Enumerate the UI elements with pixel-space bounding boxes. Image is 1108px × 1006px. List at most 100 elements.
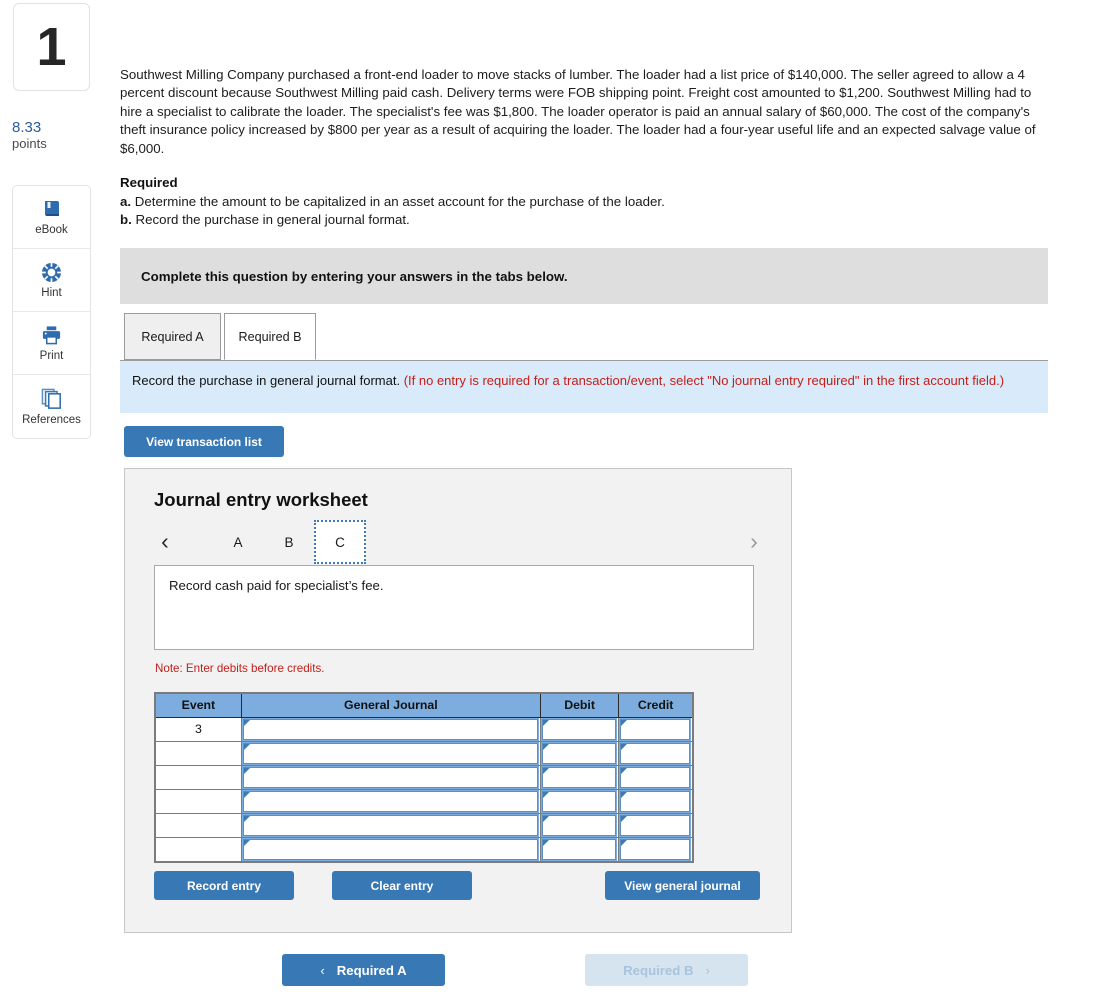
- tool-references[interactable]: References: [13, 375, 90, 438]
- tool-print-label: Print: [39, 350, 64, 362]
- book-icon: [42, 198, 62, 220]
- credit-input[interactable]: [619, 789, 691, 813]
- cell-general-journal[interactable]: [240, 716, 541, 742]
- points-value: 8.33: [12, 119, 42, 136]
- cell-general-journal[interactable]: [240, 764, 541, 790]
- cell-general-journal[interactable]: [240, 812, 541, 838]
- view-general-journal-button[interactable]: View general journal: [605, 871, 760, 900]
- cell-event[interactable]: [154, 740, 242, 766]
- cell-event[interactable]: [154, 812, 242, 838]
- worksheet-tab-a-label: A: [233, 534, 243, 550]
- table-row: [154, 788, 694, 814]
- debit-input[interactable]: [540, 789, 618, 813]
- complete-question-text: Complete this question by entering your …: [141, 268, 568, 284]
- cell-credit[interactable]: [618, 788, 694, 814]
- complete-question-bar: Complete this question by entering your …: [120, 248, 1048, 304]
- required-item-b-text: Record the purchase in general journal f…: [135, 212, 410, 227]
- chevron-right-icon[interactable]: ›: [741, 519, 767, 563]
- points-block: 8.33 points: [12, 119, 102, 152]
- cell-credit[interactable]: [618, 812, 694, 838]
- account-select[interactable]: [241, 789, 539, 813]
- tool-print[interactable]: Print: [13, 312, 90, 375]
- tab-required-a-label: Required A: [141, 329, 204, 344]
- account-select[interactable]: [241, 813, 539, 837]
- worksheet-tab-c[interactable]: C: [314, 520, 366, 564]
- column-header-debit: Debit: [539, 692, 620, 718]
- cell-debit[interactable]: [539, 764, 620, 790]
- cell-event[interactable]: 3: [154, 716, 242, 742]
- journal-entry-worksheet: Journal entry worksheet ‹ A B C › Record…: [124, 468, 792, 933]
- question-stem: Southwest Milling Company purchased a fr…: [120, 67, 1036, 156]
- cell-general-journal[interactable]: [240, 788, 541, 814]
- tab-required-b[interactable]: Required B: [224, 313, 316, 360]
- cell-debit[interactable]: [539, 812, 620, 838]
- tab-required-a[interactable]: Required A: [124, 313, 221, 360]
- chevron-right-icon: ›: [705, 962, 710, 978]
- account-select[interactable]: [241, 765, 539, 789]
- cell-credit[interactable]: [618, 836, 694, 862]
- instruction-bold-text: Record the purchase in general journal f…: [132, 373, 401, 388]
- table-row: 3: [154, 716, 694, 742]
- account-select[interactable]: [241, 717, 539, 741]
- worksheet-tab-c-label: C: [335, 534, 345, 550]
- worksheet-tab-a[interactable]: A: [218, 523, 258, 561]
- pager-required-a-label: Required A: [336, 962, 407, 978]
- debit-input[interactable]: [540, 837, 618, 861]
- cell-event[interactable]: [154, 836, 242, 862]
- pager-required-b-button[interactable]: Required B ›: [585, 954, 748, 986]
- worksheet-description-text: Record cash paid for specialist’s fee.: [169, 578, 384, 593]
- debit-input[interactable]: [540, 813, 618, 837]
- cell-credit[interactable]: [618, 764, 694, 790]
- tool-ebook-label: eBook: [35, 224, 68, 236]
- instruction-red-text: (If no entry is required for a transacti…: [403, 373, 1005, 388]
- column-header-credit: Credit: [618, 692, 694, 718]
- tool-stack: eBook Hint Print References: [12, 185, 91, 439]
- cell-debit[interactable]: [539, 788, 620, 814]
- table-row: [154, 740, 694, 766]
- debit-input[interactable]: [540, 717, 618, 741]
- required-heading: Required: [120, 175, 178, 190]
- column-header-event: Event: [154, 692, 242, 718]
- table-row: [154, 836, 694, 862]
- cell-general-journal[interactable]: [240, 740, 541, 766]
- clear-entry-button[interactable]: Clear entry: [332, 871, 472, 900]
- journal-table-header-row: Event General Journal Debit Credit: [154, 692, 694, 718]
- worksheet-description-box: Record cash paid for specialist’s fee.: [154, 565, 754, 650]
- tool-hint[interactable]: Hint: [13, 249, 90, 312]
- cell-debit[interactable]: [539, 836, 620, 862]
- account-select[interactable]: [241, 741, 539, 765]
- debit-input[interactable]: [540, 741, 618, 765]
- pager-required-a-button[interactable]: ‹ Required A: [282, 954, 445, 986]
- credit-input[interactable]: [619, 717, 691, 741]
- credit-input[interactable]: [619, 813, 691, 837]
- required-item-b: b. Record the purchase in general journa…: [120, 211, 410, 229]
- account-select[interactable]: [241, 837, 539, 861]
- record-entry-button[interactable]: Record entry: [154, 871, 294, 900]
- view-transaction-list-button[interactable]: View transaction list: [124, 426, 284, 457]
- question-page: 1 8.33 points eBook Hint Print Reference…: [0, 0, 1108, 1006]
- requirement-pager: ‹ Required A Required B ›: [282, 954, 748, 986]
- required-item-a: a. Determine the amount to be capitalize…: [120, 193, 665, 211]
- credit-input[interactable]: [619, 837, 691, 861]
- pager-required-b-label: Required B: [623, 962, 694, 978]
- cell-credit[interactable]: [618, 716, 694, 742]
- cell-credit[interactable]: [618, 740, 694, 766]
- credit-input[interactable]: [619, 741, 691, 765]
- debits-before-credits-note: Note: Enter debits before credits.: [155, 662, 325, 675]
- question-number: 1: [36, 17, 67, 77]
- worksheet-tab-b[interactable]: B: [269, 523, 309, 561]
- worksheet-title: Journal entry worksheet: [154, 489, 368, 510]
- credit-input[interactable]: [619, 765, 691, 789]
- chevron-left-icon[interactable]: ‹: [152, 519, 178, 563]
- cell-debit[interactable]: [539, 716, 620, 742]
- tool-ebook[interactable]: eBook: [13, 186, 90, 249]
- cell-event[interactable]: [154, 788, 242, 814]
- cell-event[interactable]: [154, 764, 242, 790]
- debit-input[interactable]: [540, 765, 618, 789]
- cell-debit[interactable]: [539, 740, 620, 766]
- tool-hint-label: Hint: [41, 287, 62, 299]
- required-item-a-marker: a.: [120, 194, 132, 209]
- cell-general-journal[interactable]: [240, 836, 541, 862]
- points-label: points: [12, 136, 47, 151]
- tab-required-b-label: Required B: [238, 329, 302, 344]
